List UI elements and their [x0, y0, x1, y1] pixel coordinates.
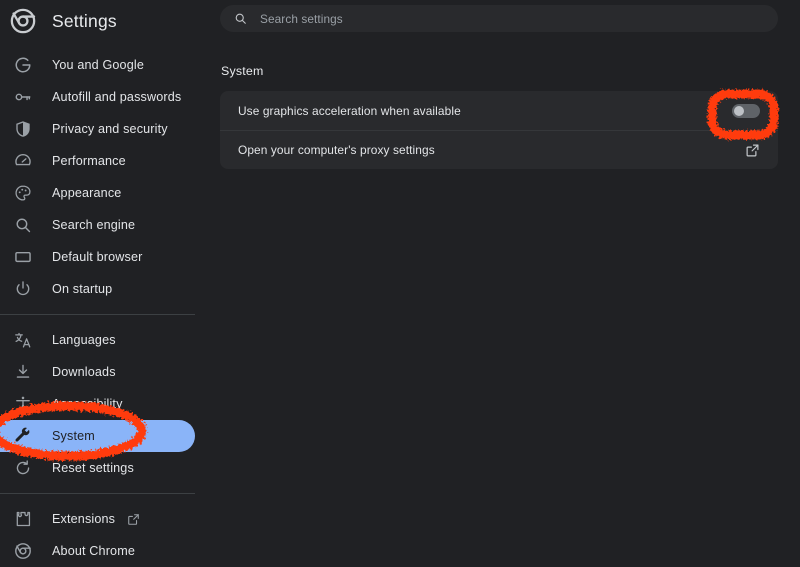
translate-icon [14, 331, 32, 349]
sidebar-item-privacy-and-security[interactable]: Privacy and security [0, 113, 195, 145]
page-title: Settings [52, 10, 117, 31]
open-in-new-icon[interactable] [745, 143, 760, 158]
sidebar-item-label: About Chrome [52, 544, 136, 558]
sidebar-item-default-browser[interactable]: Default browser [0, 241, 195, 273]
sidebar-item-performance[interactable]: Performance [0, 145, 195, 177]
sidebar-item-label: You and Google [52, 58, 144, 72]
app-header: Settings [0, 0, 215, 42]
sidebar-group-advanced: Languages Downloads Accessibility System… [0, 324, 215, 484]
main-content: System Use graphics acceleration when av… [215, 0, 800, 561]
sidebar-divider-bottom [0, 493, 195, 494]
puzzle-piece-icon [14, 510, 32, 528]
key-icon [14, 88, 32, 106]
search-bar[interactable] [220, 5, 778, 32]
sidebar-item-you-and-google[interactable]: You and Google [0, 49, 195, 81]
download-icon [14, 363, 32, 381]
section-heading: System [221, 64, 264, 78]
sidebar-divider [0, 314, 195, 315]
graphics-acceleration-toggle[interactable] [732, 103, 760, 118]
search-input[interactable] [258, 10, 764, 27]
row-control [745, 143, 760, 158]
row-label: Open your computer's proxy settings [238, 143, 435, 157]
shield-icon [14, 120, 32, 138]
toggle-knob [734, 105, 744, 116]
sidebar-item-accessibility[interactable]: Accessibility [0, 388, 195, 420]
row-control [732, 103, 760, 118]
sidebar: Settings You and Google Autofill and pas… [0, 0, 215, 561]
settings-window: Settings You and Google Autofill and pas… [0, 0, 800, 561]
sidebar-item-label: Privacy and security [52, 122, 168, 136]
sidebar-item-label: Accessibility [52, 397, 123, 411]
sidebar-item-label: System [52, 429, 95, 443]
sidebar-item-label: On startup [52, 282, 113, 296]
settings-card: Use graphics acceleration when available… [220, 91, 778, 169]
sidebar-item-languages[interactable]: Languages [0, 324, 195, 356]
accessibility-icon [14, 395, 32, 413]
row-proxy-settings[interactable]: Open your computer's proxy settings [220, 130, 778, 169]
sidebar-item-autofill-and-passwords[interactable]: Autofill and passwords [0, 81, 195, 113]
speedometer-icon [14, 152, 32, 170]
sidebar-group-footer: Extensions About Chrome [0, 503, 215, 567]
sidebar-item-on-startup[interactable]: On startup [0, 273, 195, 305]
sidebar-item-label: Downloads [52, 365, 116, 379]
browser-window-icon [14, 248, 32, 266]
row-label: Use graphics acceleration when available [238, 103, 461, 118]
sidebar-item-appearance[interactable]: Appearance [0, 177, 195, 209]
chrome-logo-icon [10, 8, 36, 34]
sidebar-item-label: Autofill and passwords [52, 90, 182, 104]
sidebar-item-extensions[interactable]: Extensions [0, 503, 195, 535]
sidebar-group-primary: You and Google Autofill and passwords Pr… [0, 49, 215, 305]
power-icon [14, 280, 32, 298]
sidebar-item-label: Default browser [52, 250, 143, 264]
sidebar-item-downloads[interactable]: Downloads [0, 356, 195, 388]
search-icon [234, 12, 247, 25]
google-g-icon [14, 56, 32, 74]
sidebar-item-label: Appearance [52, 186, 122, 200]
wrench-icon [14, 427, 32, 445]
sidebar-item-reset-settings[interactable]: Reset settings [0, 452, 195, 484]
sidebar-item-label: Performance [52, 154, 126, 168]
sidebar-item-label: Languages [52, 333, 116, 347]
search-icon [14, 216, 32, 234]
sidebar-item-about-chrome[interactable]: About Chrome [0, 535, 195, 567]
row-graphics-acceleration[interactable]: Use graphics acceleration when available [220, 91, 778, 130]
open-in-new-icon [127, 513, 140, 526]
palette-icon [14, 184, 32, 202]
chrome-logo-icon [14, 542, 32, 560]
sidebar-item-search-engine[interactable]: Search engine [0, 209, 195, 241]
sidebar-item-label: Extensions [52, 512, 116, 526]
reset-icon [14, 459, 32, 477]
sidebar-item-label: Reset settings [52, 461, 134, 475]
sidebar-item-system[interactable]: System [0, 420, 195, 452]
sidebar-item-label: Search engine [52, 218, 136, 232]
